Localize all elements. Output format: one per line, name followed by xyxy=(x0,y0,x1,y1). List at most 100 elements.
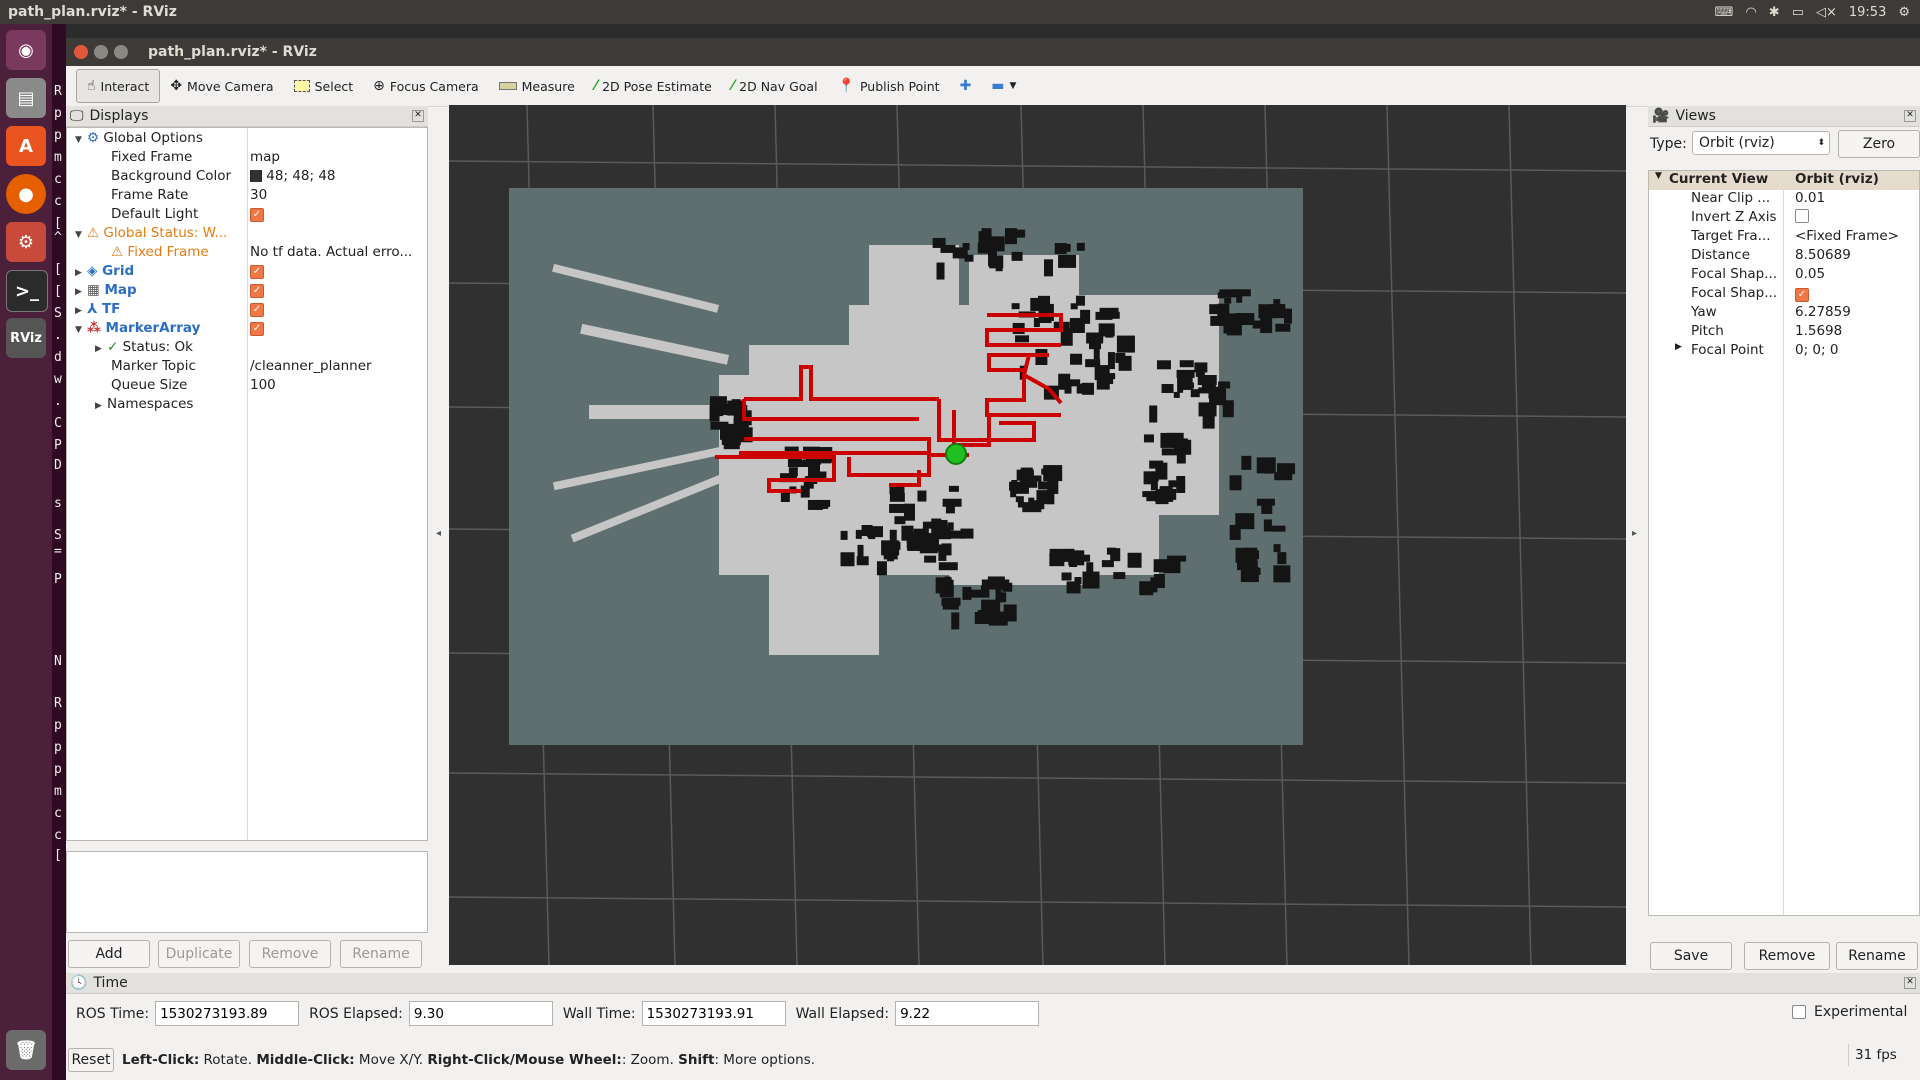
default-light-checkbox[interactable]: ✓ xyxy=(250,208,264,222)
expand-right-icon[interactable]: ▶ xyxy=(75,287,87,297)
select-tool-button[interactable]: Select xyxy=(284,70,364,102)
tree-row-queue-size[interactable]: Queue Size 100 xyxy=(67,375,427,394)
save-view-button[interactable]: Save xyxy=(1650,942,1732,970)
ros-elapsed-field[interactable] xyxy=(408,1001,553,1026)
move-camera-tool-button[interactable]: ✥ Move Camera xyxy=(160,70,283,102)
rename-view-button[interactable]: Rename xyxy=(1836,942,1918,970)
experimental-checkbox[interactable] xyxy=(1792,1005,1806,1019)
ros-time-field[interactable] xyxy=(155,1001,300,1026)
wall-elapsed-field[interactable] xyxy=(895,1001,1040,1026)
firefox-icon[interactable]: ● xyxy=(6,174,46,214)
tree-row-background-color[interactable]: Background Color 48; 48; 48 xyxy=(67,166,427,185)
duplicate-display-button[interactable]: Duplicate xyxy=(158,940,240,968)
collapse-right-icon[interactable]: ▸ xyxy=(1632,528,1637,539)
reset-button[interactable]: Reset xyxy=(68,1048,114,1072)
expand-right-icon[interactable]: ▶ xyxy=(1675,342,1682,352)
markerarray-checkbox[interactable]: ✓ xyxy=(250,322,264,336)
interact-tool-button[interactable]: ☝ Interact xyxy=(76,69,161,103)
tree-row-frame-rate[interactable]: Frame Rate 30 xyxy=(67,185,427,204)
minimize-window-icon[interactable] xyxy=(94,45,108,59)
remove-view-button[interactable]: Remove xyxy=(1744,942,1830,970)
software-center-icon[interactable]: A xyxy=(6,126,46,166)
expand-right-icon[interactable]: ▶ xyxy=(95,401,107,411)
tree-value[interactable]: 8.50689 xyxy=(1795,247,1917,263)
expand-right-icon[interactable]: ▶ xyxy=(75,306,87,316)
tree-row-focal-point[interactable]: ▶ Focal Point 0; 0; 0 xyxy=(1649,342,1919,361)
tree-row-global-status[interactable]: ▼ ⚠ Global Status: W... xyxy=(67,223,427,242)
close-icon[interactable]: ✕ xyxy=(1904,110,1916,122)
tree-row-map[interactable]: ▶ ▦ Map ✓ xyxy=(67,280,427,299)
tree-row-global-options[interactable]: ▼ ⚙ Global Options xyxy=(67,128,427,147)
terminal-icon[interactable]: >_ xyxy=(6,270,48,312)
remove-tool-dropdown[interactable]: ▬ ▼ xyxy=(981,70,1026,102)
tree-value[interactable]: 0; 0; 0 xyxy=(1795,342,1917,358)
wifi-icon[interactable]: ◠ xyxy=(1745,5,1756,20)
color-swatch[interactable] xyxy=(250,169,262,182)
tree-value[interactable]: 0.01 xyxy=(1795,190,1917,206)
tree-value[interactable]: map xyxy=(250,149,425,165)
grid-checkbox[interactable]: ✓ xyxy=(250,265,264,279)
ubuntu-dash-icon[interactable]: ◉ xyxy=(6,30,46,70)
tree-row-focal-shape-fixed[interactable]: Focal Shap... ✓ xyxy=(1649,285,1919,304)
zero-button[interactable]: Zero xyxy=(1838,130,1920,158)
focal-shape-checkbox[interactable]: ✓ xyxy=(1795,288,1809,302)
publish-point-tool-button[interactable]: 📍 Publish Point xyxy=(828,70,950,102)
scene-svg[interactable] xyxy=(449,105,1626,965)
close-icon[interactable]: ✕ xyxy=(1904,977,1916,989)
battery-icon[interactable]: ▭ xyxy=(1792,5,1804,20)
tree-value[interactable]: 30 xyxy=(250,187,425,203)
tree-row-markerarray[interactable]: ▼ ⁂ MarkerArray ✓ xyxy=(67,318,427,337)
map-checkbox[interactable]: ✓ xyxy=(250,284,264,298)
tree-row-invert-z[interactable]: Invert Z Axis xyxy=(1649,209,1919,228)
tree-value[interactable]: 100 xyxy=(250,377,425,393)
tf-checkbox[interactable]: ✓ xyxy=(250,303,264,317)
tree-row-grid[interactable]: ▶ ◈ Grid ✓ xyxy=(67,261,427,280)
trash-icon[interactable]: 🗑 xyxy=(6,1030,46,1070)
expand-down-icon[interactable]: ▼ xyxy=(1655,171,1662,181)
pose-estimate-tool-button[interactable]: ⁄ 2D Pose Estimate xyxy=(585,70,722,102)
tree-row-fixed-frame[interactable]: Fixed Frame map xyxy=(67,147,427,166)
rviz-icon[interactable]: RViz xyxy=(6,318,46,358)
settings-gear-icon[interactable]: ⚙ xyxy=(1898,5,1910,20)
tree-row-distance[interactable]: Distance 8.50689 xyxy=(1649,247,1919,266)
files-icon[interactable]: ▤ xyxy=(6,78,46,118)
tree-row-status-ok[interactable]: ▶ ✓ Status: Ok xyxy=(67,337,427,356)
view-type-select[interactable]: Orbit (rviz) ⬍ xyxy=(1692,131,1830,155)
tree-row-marker-topic[interactable]: Marker Topic /cleanner_planner xyxy=(67,356,427,375)
keyboard-icon[interactable]: ⌨ xyxy=(1715,5,1734,20)
bluetooth-icon[interactable]: ✱ xyxy=(1769,5,1780,20)
expand-right-icon[interactable]: ▶ xyxy=(75,268,87,278)
tree-row-tf[interactable]: ▶ ⅄ TF ✓ xyxy=(67,299,427,318)
tree-value[interactable]: <Fixed Frame> xyxy=(1795,228,1917,244)
experimental-toggle[interactable]: Experimental xyxy=(1792,1004,1907,1020)
tree-value[interactable]: 6.27859 xyxy=(1795,304,1917,320)
invert-z-checkbox[interactable] xyxy=(1795,209,1809,223)
collapse-left-icon[interactable]: ◂ xyxy=(436,528,441,539)
clock[interactable]: 19:53 xyxy=(1849,5,1886,20)
expand-down-icon[interactable]: ▼ xyxy=(75,230,87,240)
expand-down-icon[interactable]: ▼ xyxy=(75,325,87,335)
expand-right-icon[interactable]: ▶ xyxy=(95,344,107,354)
tree-row-yaw[interactable]: Yaw 6.27859 xyxy=(1649,304,1919,323)
tree-row-pitch[interactable]: Pitch 1.5698 xyxy=(1649,323,1919,342)
tree-value[interactable]: 1.5698 xyxy=(1795,323,1917,339)
rename-display-button[interactable]: Rename xyxy=(340,940,422,968)
remove-display-button[interactable]: Remove xyxy=(249,940,331,968)
expand-down-icon[interactable]: ▼ xyxy=(75,135,87,145)
volume-icon[interactable]: ◁× xyxy=(1816,5,1837,20)
tree-row-default-light[interactable]: Default Light ✓ xyxy=(67,204,427,223)
tree-row-namespaces[interactable]: ▶ Namespaces xyxy=(67,394,427,413)
add-display-button[interactable]: Add xyxy=(68,940,150,968)
maximize-window-icon[interactable] xyxy=(114,45,128,59)
close-icon[interactable]: ✕ xyxy=(412,110,424,122)
tree-row-focal-shape-size[interactable]: Focal Shap... 0.05 xyxy=(1649,266,1919,285)
tree-row-target-frame[interactable]: Target Fra... <Fixed Frame> xyxy=(1649,228,1919,247)
render-viewport[interactable] xyxy=(449,105,1626,965)
tree-row-fixed-frame-status[interactable]: ⚠ Fixed Frame No tf data. Actual erro... xyxy=(67,242,427,261)
nav-goal-tool-button[interactable]: ⁄ 2D Nav Goal xyxy=(722,70,828,102)
measure-tool-button[interactable]: Measure xyxy=(489,70,585,102)
tree-value[interactable]: 48; 48; 48 xyxy=(266,168,335,184)
tree-value[interactable]: /cleanner_planner xyxy=(250,358,425,374)
tree-row-near-clip[interactable]: Near Clip ... 0.01 xyxy=(1649,190,1919,209)
system-settings-icon[interactable]: ⚙ xyxy=(6,222,46,262)
